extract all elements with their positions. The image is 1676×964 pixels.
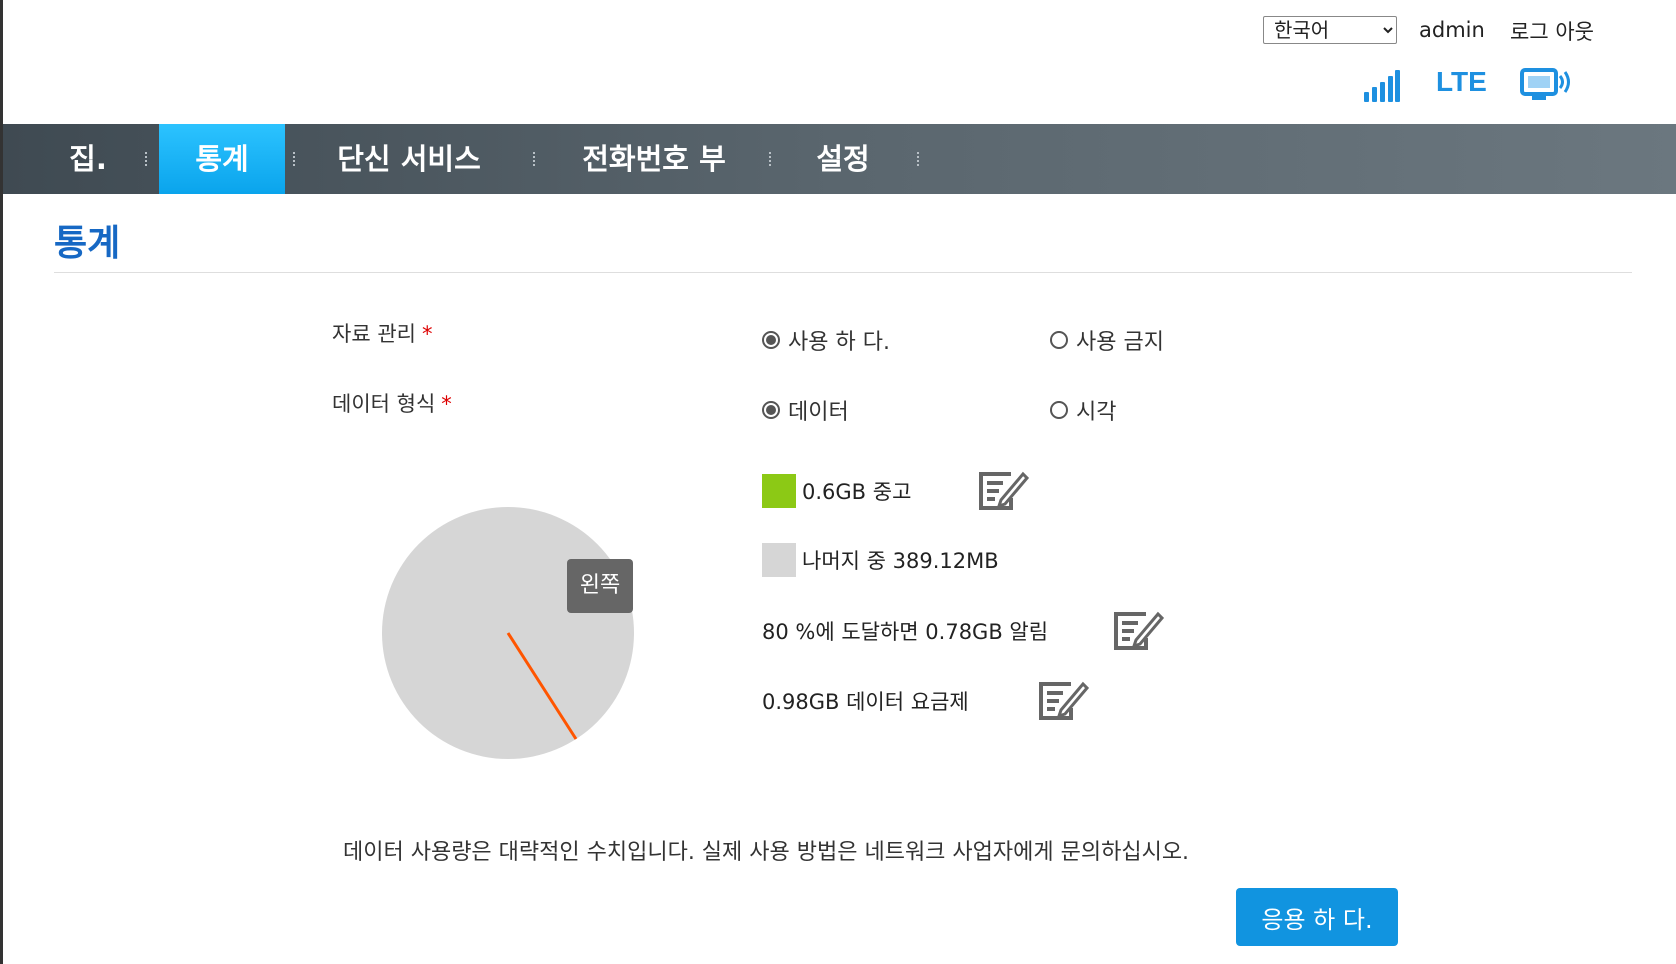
remaining-color-swatch	[762, 543, 796, 577]
data-type-time-radio[interactable]: 시각	[1050, 394, 1116, 426]
logout-link[interactable]: 로그 아웃	[1510, 16, 1594, 46]
nav-separator	[293, 152, 297, 166]
nav-item-statistics[interactable]: 통계	[159, 124, 285, 194]
edit-alert-icon[interactable]	[1112, 608, 1164, 652]
radio-indicator[interactable]	[1050, 331, 1068, 349]
nav-item-sms[interactable]: 단신 서비스	[319, 124, 499, 194]
used-color-swatch	[762, 474, 796, 508]
alert-threshold-text: 80 %에 도달하면 0.78GB 알림	[762, 620, 1049, 644]
main-nav: 집. 통계 단신 서비스 전화번호 부 설정	[3, 124, 1676, 194]
data-management-disable-radio[interactable]: 사용 금지	[1050, 324, 1164, 356]
radio-label: 시각	[1076, 400, 1117, 425]
connected-device-icon	[1520, 68, 1570, 100]
chart-tooltip: 왼쪽	[567, 559, 633, 613]
nav-item-settings[interactable]: 설정	[793, 124, 893, 194]
top-header: 한국어 admin 로그 아웃 LTE	[0, 0, 1676, 124]
data-management-label: 자료 관리 *	[332, 322, 433, 346]
radio-label: 데이터	[788, 400, 849, 425]
network-type-label: LTE	[1436, 66, 1487, 97]
title-divider	[54, 272, 1632, 273]
radio-label: 사용 하 다.	[788, 330, 890, 355]
radio-indicator[interactable]	[1050, 401, 1068, 419]
nav-item-home[interactable]: 집.	[43, 124, 133, 194]
language-select[interactable]: 한국어	[1263, 16, 1397, 44]
nav-separator	[769, 152, 773, 166]
usage-disclaimer: 데이터 사용량은 대략적인 수치입니다. 실제 사용 방법은 네트워크 사업자에…	[343, 840, 1190, 865]
edit-plan-icon[interactable]	[1037, 678, 1089, 722]
nav-separator	[145, 152, 149, 166]
username: admin	[1419, 18, 1485, 42]
page-title: 통계	[54, 223, 121, 264]
nav-item-phonebook[interactable]: 전화번호 부	[559, 124, 749, 194]
radio-indicator[interactable]	[762, 401, 780, 419]
radio-label: 사용 금지	[1076, 330, 1164, 355]
remaining-data-text: 나머지 중 389.12MB	[802, 549, 999, 573]
data-type-label: 데이터 형식 *	[332, 392, 452, 416]
signal-strength-icon	[1364, 70, 1400, 102]
data-type-data-radio[interactable]: 데이터	[762, 394, 849, 426]
apply-button[interactable]: 응용 하 다.	[1236, 888, 1398, 946]
nav-separator	[533, 152, 537, 166]
usage-pie-chart	[382, 507, 634, 759]
data-management-enable-radio[interactable]: 사용 하 다.	[762, 324, 890, 356]
data-plan-text: 0.98GB 데이터 요금제	[762, 690, 969, 714]
nav-separator	[917, 152, 921, 166]
used-data-text: 0.6GB 중고	[802, 480, 912, 504]
edit-used-icon[interactable]	[977, 468, 1029, 512]
radio-indicator[interactable]	[762, 331, 780, 349]
